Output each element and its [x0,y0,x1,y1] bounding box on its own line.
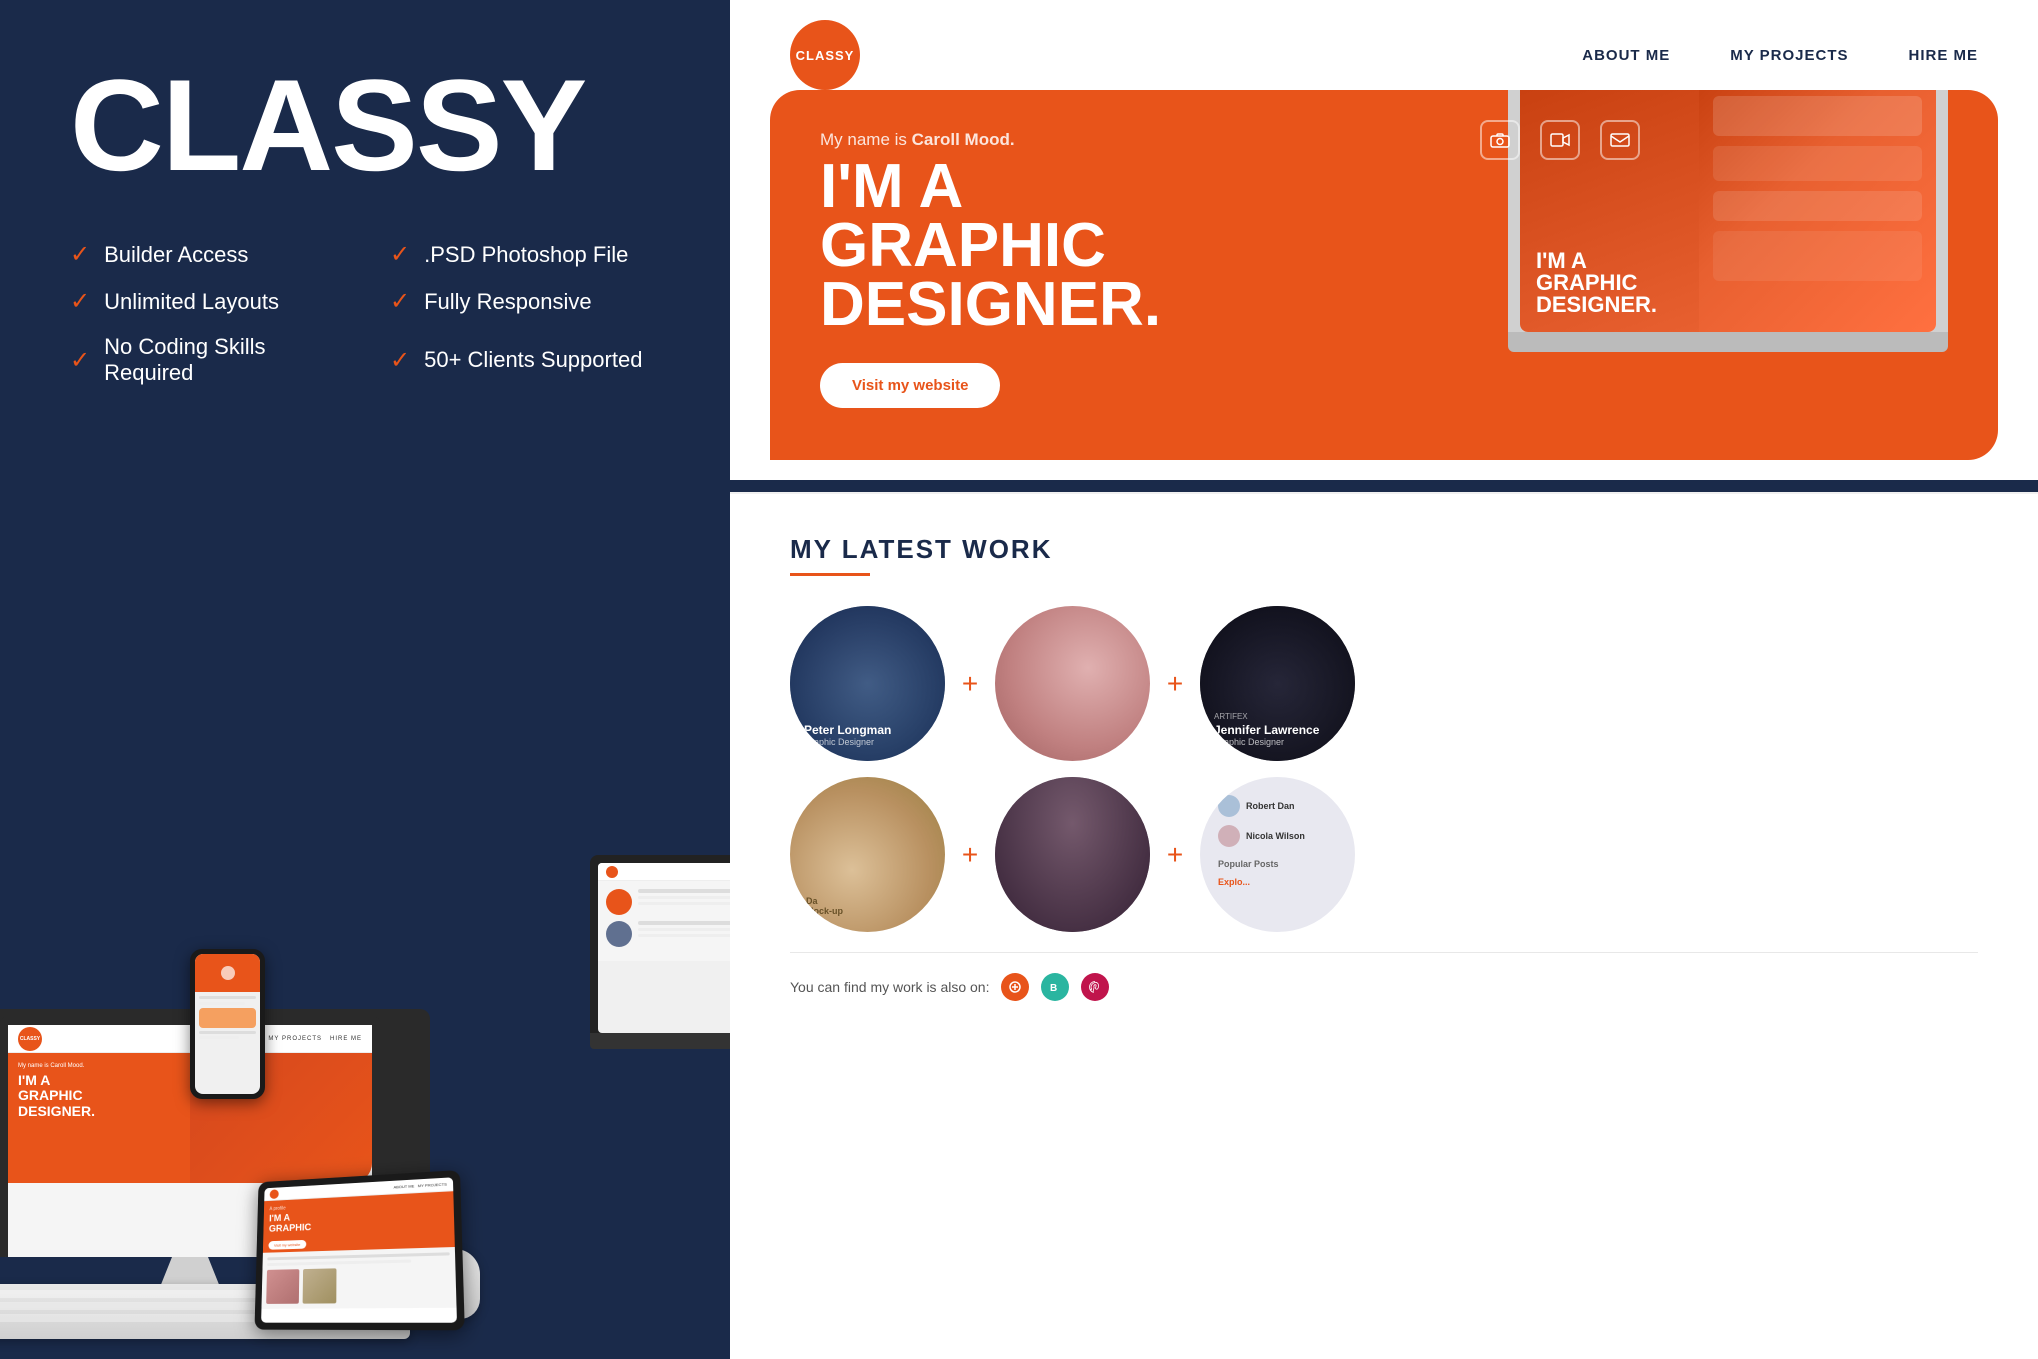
phone-mockup [190,949,265,1099]
section-title: MY LATEST WORK [790,534,1978,565]
nav-link-about[interactable]: ABOUT ME [1582,47,1670,64]
social-name-2: Nicola Wilson [1246,831,1305,841]
tablet-hero: A profile I'M AGRAPHIC Visit my website [263,1191,455,1253]
social-button-2[interactable]: B [1041,973,1069,1001]
check-icon-3: ✓ [70,287,90,316]
phone-logo [221,966,235,980]
feature-item-6: ✓ 50+ Clients Supported [390,334,670,386]
check-icon-4: ✓ [390,287,410,316]
social-popular: Popular Posts [1218,859,1337,869]
work-circle-6: Robert Dan Nicola Wilson Popular Posts E… [1200,777,1355,932]
mini-logo: CLASSY [18,1027,42,1051]
hero-icons [1480,120,1640,160]
laptop-screen [598,863,730,1033]
hero-tagline: My name is Caroll Mood. [820,130,1440,150]
laptop-nav [598,863,730,881]
laptop-content [598,881,730,961]
hero-heading: I'M A GRAPHIC DESIGNER. [820,158,1440,335]
phone-screen [195,954,260,1094]
svg-text:B: B [1050,983,1057,994]
laptop-text-1 [638,889,730,915]
preview-nav: CLASSY ABOUT ME MY PROJECTS HIRE ME [730,0,2038,110]
work-role-1: Graphic Designer [804,737,931,747]
check-icon-1: ✓ [70,240,90,269]
social-row-2: Nicola Wilson [1218,825,1337,847]
feature-item-2: ✓ .PSD Photoshop File [390,240,670,269]
laptop-avatar-2 [606,921,632,947]
social-button-1[interactable] [1001,973,1029,1001]
camera-icon[interactable] [1480,120,1520,160]
footer-text: You can find my work is also on: [790,979,989,995]
preview-hero: My name is Caroll Mood. I'M A GRAPHIC DE… [770,90,1998,460]
feature-label-5: No Coding Skills Required [104,334,350,386]
phone-hero [195,954,260,992]
social-explore: Explo... [1218,877,1337,887]
work-row-1: Peter Longman Graphic Designer + + ARTIF… [790,606,1978,761]
phone-content [195,992,260,1043]
check-icon-5: ✓ [70,346,90,375]
hero-cta-button[interactable]: Visit my website [820,363,1000,408]
laptop-avatar-1 [606,889,632,915]
work-name-1: Peter Longman [804,723,931,737]
plus-4: + [1150,777,1200,932]
email-icon[interactable] [1600,120,1640,160]
nav-logo: CLASSY [790,20,860,90]
work-circle-1: Peter Longman Graphic Designer [790,606,945,761]
nav-link-hire[interactable]: HIRE ME [1908,47,1978,64]
work-circle-4: DaMock-up [790,777,945,932]
feature-item-4: ✓ Fully Responsive [390,287,670,316]
feature-label-3: Unlimited Layouts [104,289,279,315]
feature-item-5: ✓ No Coding Skills Required [70,334,350,386]
feature-label-4: Fully Responsive [424,289,592,315]
devices-area: CLASSY ABOUT ME MY PROJECTS HIRE ME My n… [0,499,730,1359]
check-icon-2: ✓ [390,240,410,269]
tablet-mockup: ABOUT ME MY PROJECTS A profile I'M AGRAP… [254,1170,464,1330]
work-name-3: Jennifer Lawrence [1214,723,1341,737]
laptop-lid [590,855,730,1033]
plus-1: + [945,606,995,761]
laptop-base [590,1033,730,1049]
laptop-mockup [590,855,730,1049]
nav-link-projects[interactable]: MY PROJECTS [1730,47,1848,64]
features-grid: ✓ Builder Access ✓ .PSD Photoshop File ✓… [70,240,670,386]
monitor-stand [160,1257,220,1287]
feature-item-3: ✓ Unlimited Layouts [70,287,350,316]
feature-label-2: .PSD Photoshop File [424,242,628,268]
work-row-2: DaMock-up + + Robert Dan [790,777,1978,932]
bottom-section: MY LATEST WORK Peter Longman Graphic Des… [730,492,2038,1359]
laptop-text-2 [638,921,730,947]
right-panel: CLASSY ABOUT ME MY PROJECTS HIRE ME [730,0,2038,1359]
laptop-logo [606,866,618,878]
brand-title: CLASSY [70,60,670,190]
work-circle-3: ARTIFEX Jennifer Lawrence Graphic Design… [1200,606,1355,761]
check-icon-6: ✓ [390,346,410,375]
laptop-card-2 [606,921,730,947]
video-icon[interactable] [1540,120,1580,160]
plus-3: + [945,777,995,932]
website-preview: CLASSY ABOUT ME MY PROJECTS HIRE ME [730,0,2038,480]
tablet-content [261,1247,456,1309]
social-name-1: Robert Dan [1246,801,1295,811]
laptop-card-1 [606,889,730,915]
feature-item-1: ✓ Builder Access [70,240,350,269]
tablet-logo [270,1189,279,1199]
dark-divider [730,480,2038,492]
feature-label-6: 50+ Clients Supported [424,347,642,373]
work-circle-5 [995,777,1150,932]
work-circle-2 [995,606,1150,761]
social-button-3[interactable] [1081,973,1109,1001]
work-role-3: Graphic Designer [1214,737,1341,747]
work-label-3: ARTIFEX [1214,712,1341,721]
social-row-1: Robert Dan [1218,795,1337,817]
left-panel: CLASSY ✓ Builder Access ✓ .PSD Photoshop… [0,0,730,1359]
hero-laptop-right [1699,90,1936,332]
tablet-screen: ABOUT ME MY PROJECTS A profile I'M AGRAP… [261,1177,457,1322]
plus-2: + [1150,606,1200,761]
bottom-divider [790,952,1978,953]
footer-bar: You can find my work is also on: B [790,963,1978,1001]
feature-label-1: Builder Access [104,242,248,268]
nav-links: ABOUT ME MY PROJECTS HIRE ME [1582,47,1978,64]
section-underline [790,573,870,576]
hero-laptop-bottom [1508,332,1948,352]
